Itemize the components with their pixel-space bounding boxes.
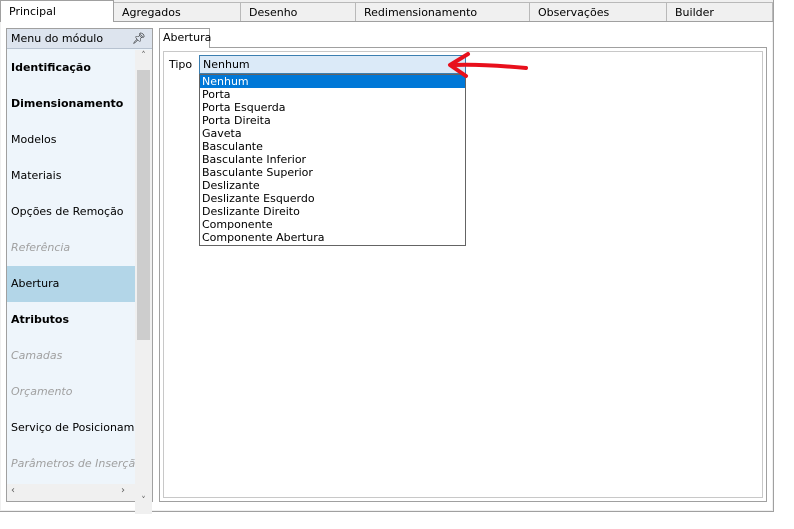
sidebar-item[interactable]: Opções de Remoção [7,194,135,230]
tipo-option[interactable]: Deslizante [200,179,465,192]
vertical-scrollbar[interactable]: ˄ ˅ [135,50,152,514]
tab-redimensionamento[interactable]: Redimensionamento [355,2,530,21]
scroll-left-icon[interactable]: ‹ [11,485,15,496]
tipo-option[interactable]: Deslizante Direito [200,205,465,218]
tab-desenho[interactable]: Desenho [240,2,356,21]
tipo-option[interactable]: Gaveta [200,127,465,140]
scrollbar-thumb[interactable] [137,70,150,340]
tipo-option[interactable]: Nenhum [200,75,465,88]
sidebar-item[interactable]: Modelos [7,122,135,158]
sidebar-item: Camadas [11,349,63,362]
sidebar-item[interactable]: Dimensionamento [7,86,135,122]
tipo-option[interactable]: Basculante Superior [200,166,465,179]
tab-observacoes[interactable]: Observações [529,2,667,21]
tab-agregados[interactable]: Agregados [113,2,241,21]
tipo-option[interactable]: Componente [200,218,465,231]
sidebar-item[interactable]: Abertura [7,266,135,302]
sidebar-item[interactable]: Atributos [7,302,135,338]
top-tab-bar: Principal Agregados Desenho Redimensiona… [0,0,773,22]
module-menu-panel: Menu do módulo 📌︎ Identificação Dimension… [6,28,153,514]
tipo-option[interactable]: Porta [200,88,465,101]
tipo-option[interactable]: Porta Direita [200,114,465,127]
sidebar-item: Referência [11,241,71,254]
tipo-option[interactable]: Basculante Inferior [200,153,465,166]
module-menu-list: Identificação Dimensionamento Modelos Mater… [7,50,135,502]
sidebar-item: Parâmetros de Inserção [11,457,135,470]
tipo-combobox[interactable]: Nenhum [199,55,466,74]
red-arrow-annotation-icon [448,52,528,78]
pin-icon[interactable]: 📌︎ [132,29,146,49]
tipo-option[interactable]: Basculante [200,140,465,153]
sidebar-item[interactable]: Materiais [7,158,135,194]
tab-builder[interactable]: Builder [666,2,773,21]
tipo-option[interactable]: Deslizante Esquerdo [200,192,465,205]
sidebar-item: Orçamento [11,385,73,398]
window-frame: Principal Agregados Desenho Redimensiona… [0,0,774,514]
tipo-label: Tipo [169,58,193,71]
tipo-option[interactable]: Porta Esquerda [200,101,465,114]
scroll-right-icon[interactable]: › [121,485,125,496]
sidebar-item[interactable]: Serviço de Posicionamento [7,410,135,446]
module-menu-header: Menu do módulo 📌︎ [7,29,152,49]
module-menu-title: Menu do módulo [11,32,104,45]
tab-abertura[interactable]: Abertura [159,28,211,48]
tipo-dropdown-list: Nenhum Porta Porta Esquerda Porta Direita Ga… [199,74,466,246]
horizontal-scrollbar[interactable]: ‹ › [7,484,135,501]
tab-principal[interactable]: Principal [0,0,114,22]
scroll-up-icon[interactable]: ˄ [135,51,152,61]
sidebar-item[interactable]: Identificação [7,50,135,86]
tipo-option[interactable]: Componente Abertura [200,231,465,244]
scroll-down-icon[interactable]: ˅ [135,496,152,506]
